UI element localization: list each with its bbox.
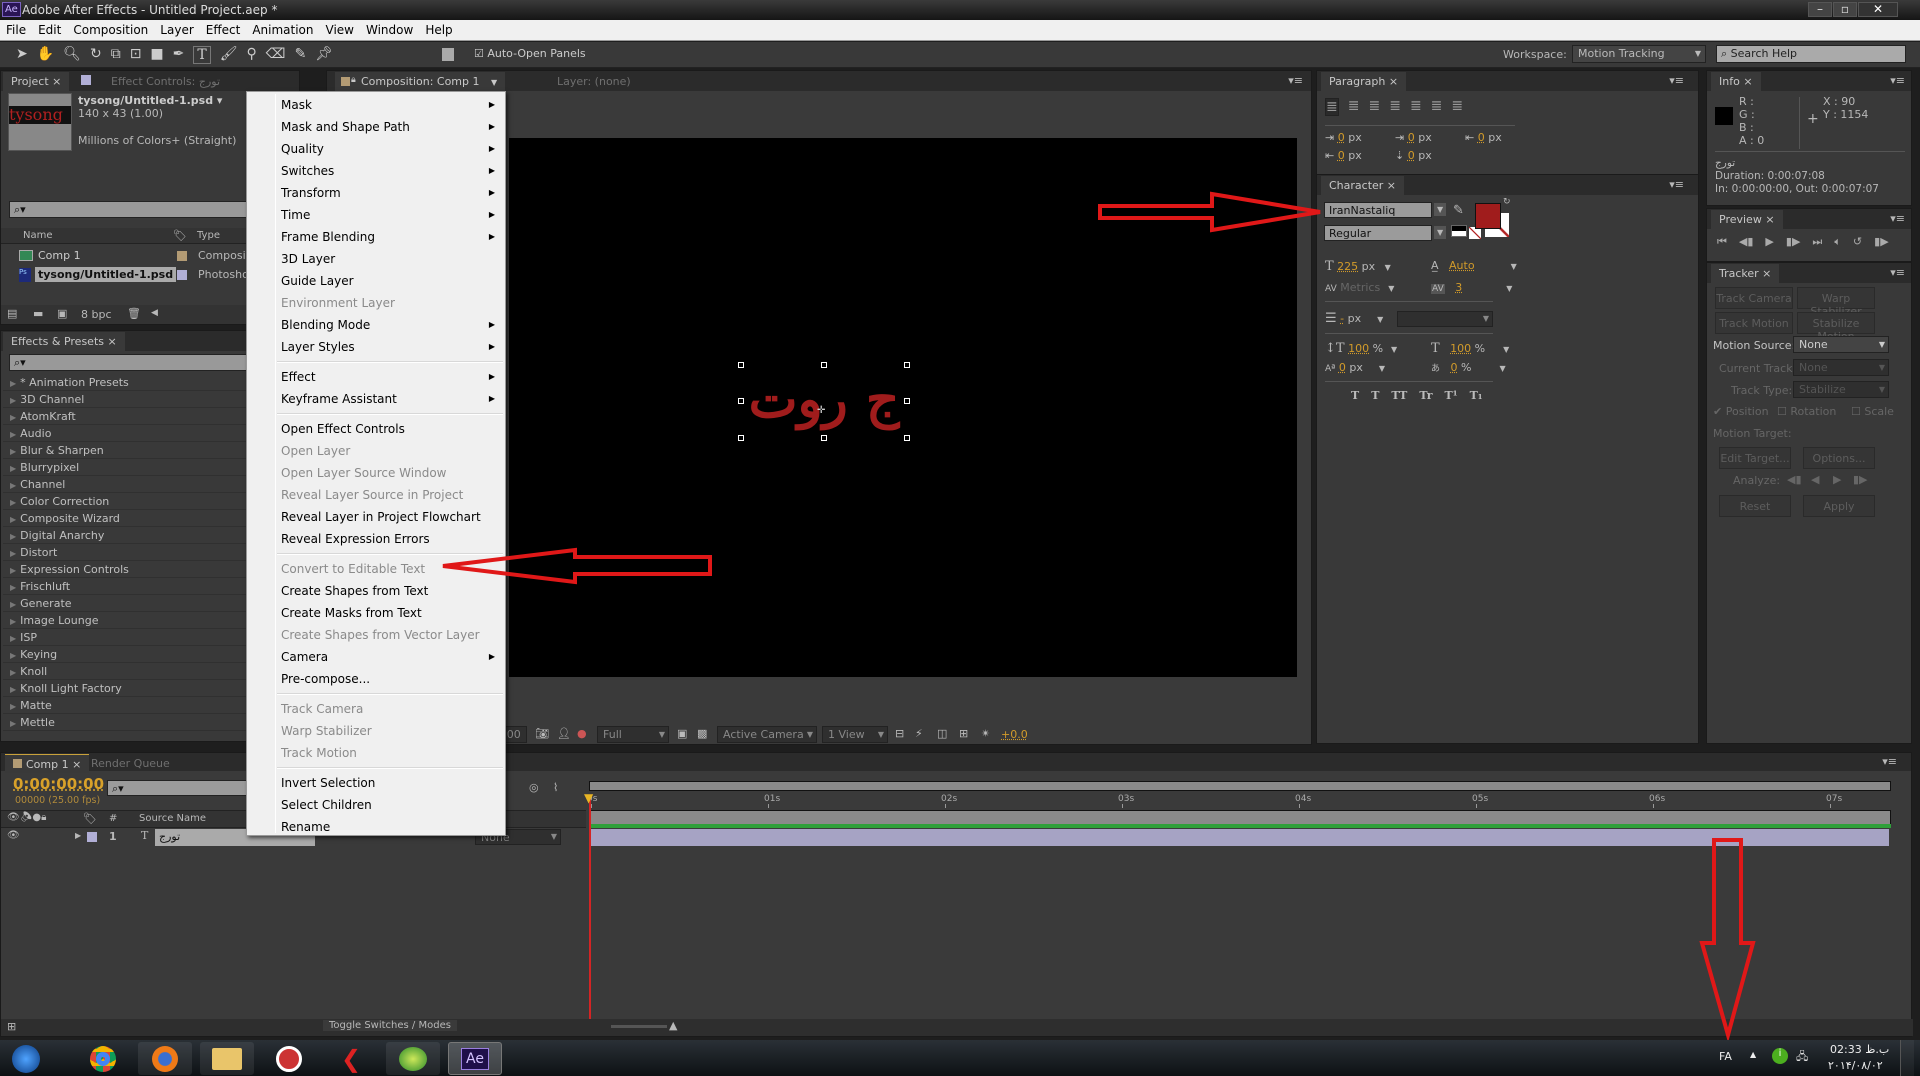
red-arrow-left <box>442 547 712 585</box>
show-desktop-button[interactable] <box>1900 1040 1914 1076</box>
info-tray-icon[interactable]: i <box>1772 1048 1788 1064</box>
language-indicator[interactable]: FA <box>1719 1050 1732 1063</box>
windows-logo-icon <box>12 1044 40 1073</box>
chrome-icon <box>90 1045 116 1072</box>
taskbar-after-effects[interactable]: Ae <box>448 1042 502 1075</box>
taskbar-chrome[interactable] <box>76 1042 130 1075</box>
taskbar-flash[interactable]: ❮ <box>324 1042 378 1075</box>
taskbar-firefox[interactable] <box>138 1042 192 1075</box>
clock-time[interactable]: 02:33 ب.ظ <box>1830 1043 1889 1056</box>
red-arrow-down <box>1699 838 1756 1043</box>
fill-color-swatch[interactable] <box>1475 203 1501 229</box>
flash-icon: ❮ <box>340 1044 362 1073</box>
taskbar-explorer[interactable] <box>200 1042 254 1075</box>
taskbar-ccleaner[interactable] <box>262 1042 316 1075</box>
show-hidden-icons[interactable]: ▲ <box>1750 1050 1756 1059</box>
clock-date[interactable]: ۲۰۱۴/۰۸/۰۲ <box>1828 1059 1883 1072</box>
annotation-arrows <box>442 191 1756 1043</box>
taskbar-green-app[interactable] <box>386 1042 440 1075</box>
ccleaner-icon <box>276 1045 302 1072</box>
folder-icon <box>212 1047 242 1070</box>
network-icon[interactable]: 🖧︎ <box>1796 1048 1808 1067</box>
windows-taskbar: ❮ Ae FA ▲ i 🖧︎ 02:33 ب.ظ ۲۰۱۴/۰۸/۰۲ <box>0 1040 1920 1076</box>
green-app-icon <box>399 1046 427 1071</box>
red-arrow-right <box>1098 191 1321 233</box>
start-button[interactable] <box>4 1042 48 1075</box>
firefox-icon <box>152 1045 178 1072</box>
after-effects-icon: Ae <box>461 1047 489 1070</box>
